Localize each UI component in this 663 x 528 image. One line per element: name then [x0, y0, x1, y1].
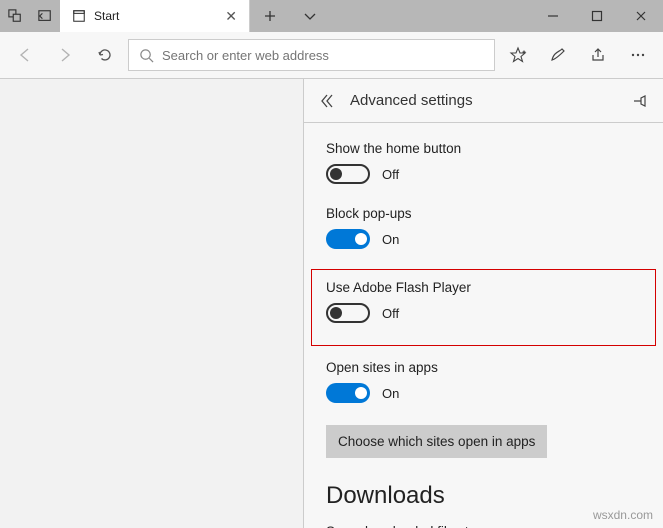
tab-close-button[interactable]: ✕ — [225, 8, 237, 25]
tab-page-icon — [72, 9, 86, 23]
popups-state: On — [382, 232, 399, 247]
content-area: Advanced settings Show the home button O… — [0, 79, 663, 528]
popups-label: Block pop-ups — [326, 206, 641, 221]
toolbar — [0, 32, 663, 79]
maximize-button[interactable] — [575, 0, 619, 32]
back-button[interactable] — [8, 38, 42, 72]
tab-title: Start — [94, 9, 217, 23]
share-button[interactable] — [581, 38, 615, 72]
open-apps-state: On — [382, 386, 399, 401]
downloads-title: Downloads — [326, 482, 641, 510]
pin-icon[interactable] — [631, 92, 649, 110]
home-button-toggle-row: Off — [326, 164, 641, 184]
search-icon — [139, 48, 154, 63]
title-bar: Start ✕ — [0, 0, 663, 32]
more-button[interactable] — [621, 38, 655, 72]
home-button-label: Show the home button — [326, 141, 641, 156]
forward-button[interactable] — [48, 38, 82, 72]
home-button-state: Off — [382, 167, 399, 182]
flash-toggle-row: Off — [326, 303, 641, 323]
panel-body: Show the home button Off Block pop-ups O… — [304, 123, 663, 528]
choose-sites-button[interactable]: Choose which sites open in apps — [326, 425, 547, 458]
address-input[interactable] — [162, 48, 484, 63]
window-controls — [531, 0, 663, 32]
address-bar[interactable] — [128, 39, 495, 71]
close-window-button[interactable] — [619, 0, 663, 32]
recent-activities-icon[interactable] — [0, 0, 30, 32]
flash-toggle[interactable] — [326, 303, 370, 323]
downloads-save-label: Save downloaded files to — [326, 524, 641, 528]
set-aside-tabs-icon[interactable] — [30, 0, 60, 32]
panel-header: Advanced settings — [304, 79, 663, 123]
tab-actions-button[interactable] — [290, 0, 330, 32]
refresh-button[interactable] — [88, 38, 122, 72]
flash-highlight-box: Use Adobe Flash Player Off — [311, 269, 656, 346]
open-apps-label: Open sites in apps — [326, 360, 641, 375]
notes-button[interactable] — [541, 38, 575, 72]
settings-panel: Advanced settings Show the home button O… — [303, 79, 663, 528]
panel-title: Advanced settings — [350, 92, 617, 109]
watermark: wsxdn.com — [593, 508, 653, 522]
browser-tab[interactable]: Start ✕ — [60, 0, 250, 32]
minimize-button[interactable] — [531, 0, 575, 32]
open-apps-toggle-row: On — [326, 383, 641, 403]
popups-toggle-row: On — [326, 229, 641, 249]
open-apps-toggle[interactable] — [326, 383, 370, 403]
flash-label: Use Adobe Flash Player — [326, 280, 641, 295]
new-tab-button[interactable] — [250, 0, 290, 32]
titlebar-left — [0, 0, 60, 32]
favorites-button[interactable] — [501, 38, 535, 72]
back-chevron-icon[interactable] — [318, 92, 336, 110]
flash-state: Off — [382, 306, 399, 321]
popups-toggle[interactable] — [326, 229, 370, 249]
home-button-toggle[interactable] — [326, 164, 370, 184]
